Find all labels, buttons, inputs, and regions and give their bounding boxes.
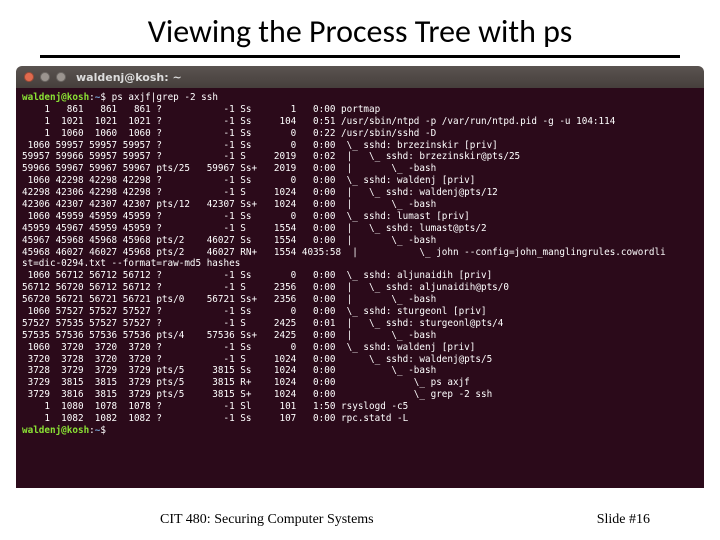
terminal-output-line: 1060 3720 3720 3720 ? -1 Ss 0 0:00 \_ ss…: [22, 342, 698, 354]
terminal-output-line: 1 1060 1060 1060 ? -1 Ss 0 0:22 /usr/sbi…: [22, 128, 698, 140]
terminal-command-line: waldenj@kosh:~$ ps axjf|grep -2 ssh: [22, 92, 698, 104]
terminal-output-line: 3729 3816 3815 3729 pts/5 3815 S+ 1024 0…: [22, 389, 698, 401]
footer-course: CIT 480: Securing Computer Systems: [160, 512, 374, 528]
terminal-output-line: st=dic-0294.txt --format=raw-md5 hashes: [22, 258, 698, 270]
terminal-output-line: 59966 59967 59967 59967 pts/25 59967 Ss+…: [22, 163, 698, 175]
terminal-output-line: 57527 57535 57527 57527 ? -1 S 2425 0:01…: [22, 318, 698, 330]
terminal-body[interactable]: waldenj@kosh:~$ ps axjf|grep -2 ssh 1 86…: [16, 88, 704, 488]
prompt-symbol: $: [100, 425, 111, 436]
minimize-icon[interactable]: [40, 72, 50, 82]
terminal-output-line: 1060 59957 59957 59957 ? -1 Ss 0 0:00 \_…: [22, 140, 698, 152]
terminal-prompt-line: waldenj@kosh:~$: [22, 425, 698, 437]
terminal-output-line: 1060 57527 57527 57527 ? -1 Ss 0 0:00 \_…: [22, 306, 698, 318]
footer-slide-number: Slide #16: [597, 512, 650, 528]
prompt-user: waldenj@kosh: [22, 92, 89, 103]
terminal-output-line: 42298 42306 42298 42298 ? -1 S 1024 0:00…: [22, 187, 698, 199]
terminal-output-line: 3728 3729 3729 3729 pts/5 3815 Ss 1024 0…: [22, 365, 698, 377]
terminal-output-line: 1 1080 1078 1078 ? -1 Sl 101 1:50 rsyslo…: [22, 401, 698, 413]
terminal-output-line: 42306 42307 42307 42307 pts/12 42307 Ss+…: [22, 199, 698, 211]
terminal-output-line: 59957 59966 59957 59957 ? -1 S 2019 0:02…: [22, 151, 698, 163]
terminal-output-line: 57535 57536 57536 57536 pts/4 57536 Ss+ …: [22, 330, 698, 342]
terminal-window: waldenj@kosh: ~ waldenj@kosh:~$ ps axjf|…: [16, 66, 704, 488]
terminal-output-line: 1 861 861 861 ? -1 Ss 1 0:00 portmap: [22, 104, 698, 116]
terminal-titlebar: waldenj@kosh: ~: [16, 66, 704, 88]
terminal-output-line: 45968 46027 46027 45968 pts/2 46027 RN+ …: [22, 247, 698, 259]
terminal-output-line: 56712 56720 56712 56712 ? -1 S 2356 0:00…: [22, 282, 698, 294]
title-underline: [40, 55, 680, 58]
prompt-user: waldenj@kosh: [22, 425, 89, 436]
terminal-output-line: 56720 56721 56721 56721 pts/0 56721 Ss+ …: [22, 294, 698, 306]
terminal-output-line: 3720 3728 3720 3720 ? -1 S 1024 0:00 \_ …: [22, 354, 698, 366]
close-icon[interactable]: [24, 72, 34, 82]
terminal-output-line: 1060 56712 56712 56712 ? -1 Ss 0 0:00 \_…: [22, 270, 698, 282]
terminal-output-line: 1060 45959 45959 45959 ? -1 Ss 0 0:00 \_…: [22, 211, 698, 223]
terminal-command: ps axjf|grep -2 ssh: [112, 92, 218, 103]
terminal-output-line: 1 1082 1082 1082 ? -1 Ss 107 0:00 rpc.st…: [22, 413, 698, 425]
prompt-symbol: $: [100, 92, 111, 103]
slide-title: Viewing the Process Tree with ps: [0, 0, 720, 53]
terminal-output-line: 1 1021 1021 1021 ? -1 Ss 104 0:51 /usr/s…: [22, 116, 698, 128]
maximize-icon[interactable]: [56, 72, 66, 82]
terminal-output-line: 3729 3815 3815 3729 pts/5 3815 R+ 1024 0…: [22, 377, 698, 389]
terminal-output-line: 45959 45967 45959 45959 ? -1 S 1554 0:00…: [22, 223, 698, 235]
terminal-title: waldenj@kosh: ~: [76, 71, 182, 84]
terminal-output-line: 1060 42298 42298 42298 ? -1 Ss 0 0:00 \_…: [22, 175, 698, 187]
terminal-output-line: 45967 45968 45968 45968 pts/2 46027 Ss 1…: [22, 235, 698, 247]
slide-footer: CIT 480: Securing Computer Systems Slide…: [0, 512, 720, 528]
